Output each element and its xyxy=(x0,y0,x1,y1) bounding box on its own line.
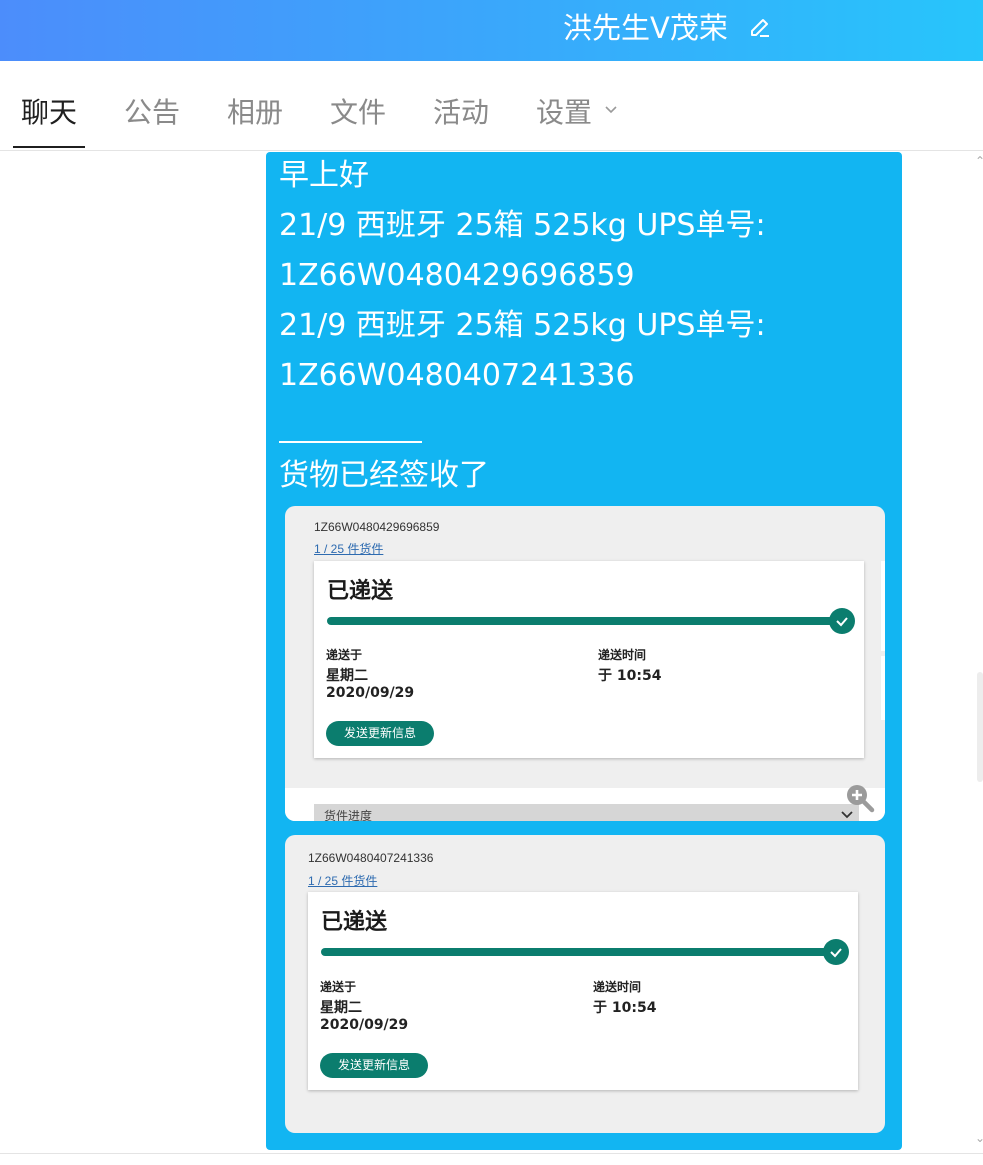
active-tab-indicator xyxy=(13,146,85,148)
delivery-progress-bar xyxy=(327,617,837,625)
panel-edge xyxy=(881,656,885,720)
delivered-day: 星期二 xyxy=(326,668,368,684)
message-line: 1Z66W0480407241336 xyxy=(279,358,635,393)
delivered-date: 2020/09/29 xyxy=(320,1017,409,1033)
message-line: 21/9 西班牙 25箱 525kg UPS单号: xyxy=(279,208,766,243)
tab-settings[interactable]: 设置 xyxy=(536,95,592,131)
delivery-time: 于 10:54 xyxy=(598,668,662,684)
delivered-date: 2020/09/29 xyxy=(326,685,415,701)
delivery-progress-bar xyxy=(321,948,831,956)
tab-activities[interactable]: 活动 xyxy=(433,95,489,131)
divider-line xyxy=(0,1153,983,1154)
message-line: 货物已经签收了 xyxy=(279,458,489,493)
chevron-down-icon[interactable] xyxy=(603,104,619,116)
pieces-link[interactable]: 1 / 25 件货件 xyxy=(314,540,383,557)
tab-chat[interactable]: 聊天 xyxy=(21,95,77,131)
scroll-down-arrow-icon[interactable]: ⌄ xyxy=(975,1131,983,1145)
delivered-on-label: 递送于 xyxy=(326,648,363,662)
tracking-number: 1Z66W0480407241336 xyxy=(308,851,434,865)
panel-edge xyxy=(881,561,885,651)
delivery-status-panel: 已递送 递送于 星期二 2020/09/29 递送时间 于 10:54 发送更新… xyxy=(314,561,864,758)
message-line: 早上好 xyxy=(279,158,369,193)
tracking-screenshot-card[interactable]: 1Z66W0480429696859 1 / 25 件货件 已递送 递送于 星期… xyxy=(285,506,885,821)
delivery-status: 已递送 xyxy=(321,910,388,935)
tracking-number: 1Z66W0480429696859 xyxy=(314,520,440,534)
shipment-progress-row[interactable]: 货件进度 xyxy=(314,804,859,821)
delivery-status-panel: 已递送 递送于 星期二 2020/09/29 递送时间 于 10:54 发送更新… xyxy=(308,892,858,1090)
message-line: 21/9 西班牙 25箱 525kg UPS单号: xyxy=(279,308,766,343)
send-updates-button[interactable]: 发送更新信息 xyxy=(320,1053,428,1078)
chat-title[interactable]: 洪先生V茂荣 xyxy=(563,10,728,46)
divider-line xyxy=(279,441,422,443)
edit-icon[interactable] xyxy=(747,15,773,41)
zoom-in-icon[interactable] xyxy=(844,782,876,814)
message-line: 1Z66W0480429696859 xyxy=(279,258,635,293)
scroll-up-arrow-icon[interactable]: ⌃ xyxy=(975,154,983,168)
tab-album[interactable]: 相册 xyxy=(227,95,283,131)
tab-files[interactable]: 文件 xyxy=(330,95,386,131)
check-icon xyxy=(823,939,849,965)
delivery-time: 于 10:54 xyxy=(593,1000,657,1016)
delivered-on-label: 递送于 xyxy=(320,980,357,994)
delivered-day: 星期二 xyxy=(320,1000,362,1016)
delivery-time-label: 递送时间 xyxy=(598,648,647,662)
message-bubble[interactable]: 早上好 21/9 西班牙 25箱 525kg UPS单号: 1Z66W04804… xyxy=(266,152,902,1150)
delivery-status: 已递送 xyxy=(327,579,394,604)
tab-announcements[interactable]: 公告 xyxy=(124,95,180,131)
tab-bar: 聊天 公告 相册 文件 活动 设置 xyxy=(0,61,983,151)
delivery-time-label: 递送时间 xyxy=(593,980,642,994)
pieces-link[interactable]: 1 / 25 件货件 xyxy=(308,872,377,889)
tracking-screenshot-card[interactable]: 1Z66W0480407241336 1 / 25 件货件 已递送 递送于 星期… xyxy=(285,835,885,1133)
scrollbar-thumb[interactable] xyxy=(977,672,983,782)
check-icon xyxy=(829,608,855,634)
chat-header: 洪先生V茂荣 xyxy=(0,0,983,61)
send-updates-button[interactable]: 发送更新信息 xyxy=(326,721,434,746)
